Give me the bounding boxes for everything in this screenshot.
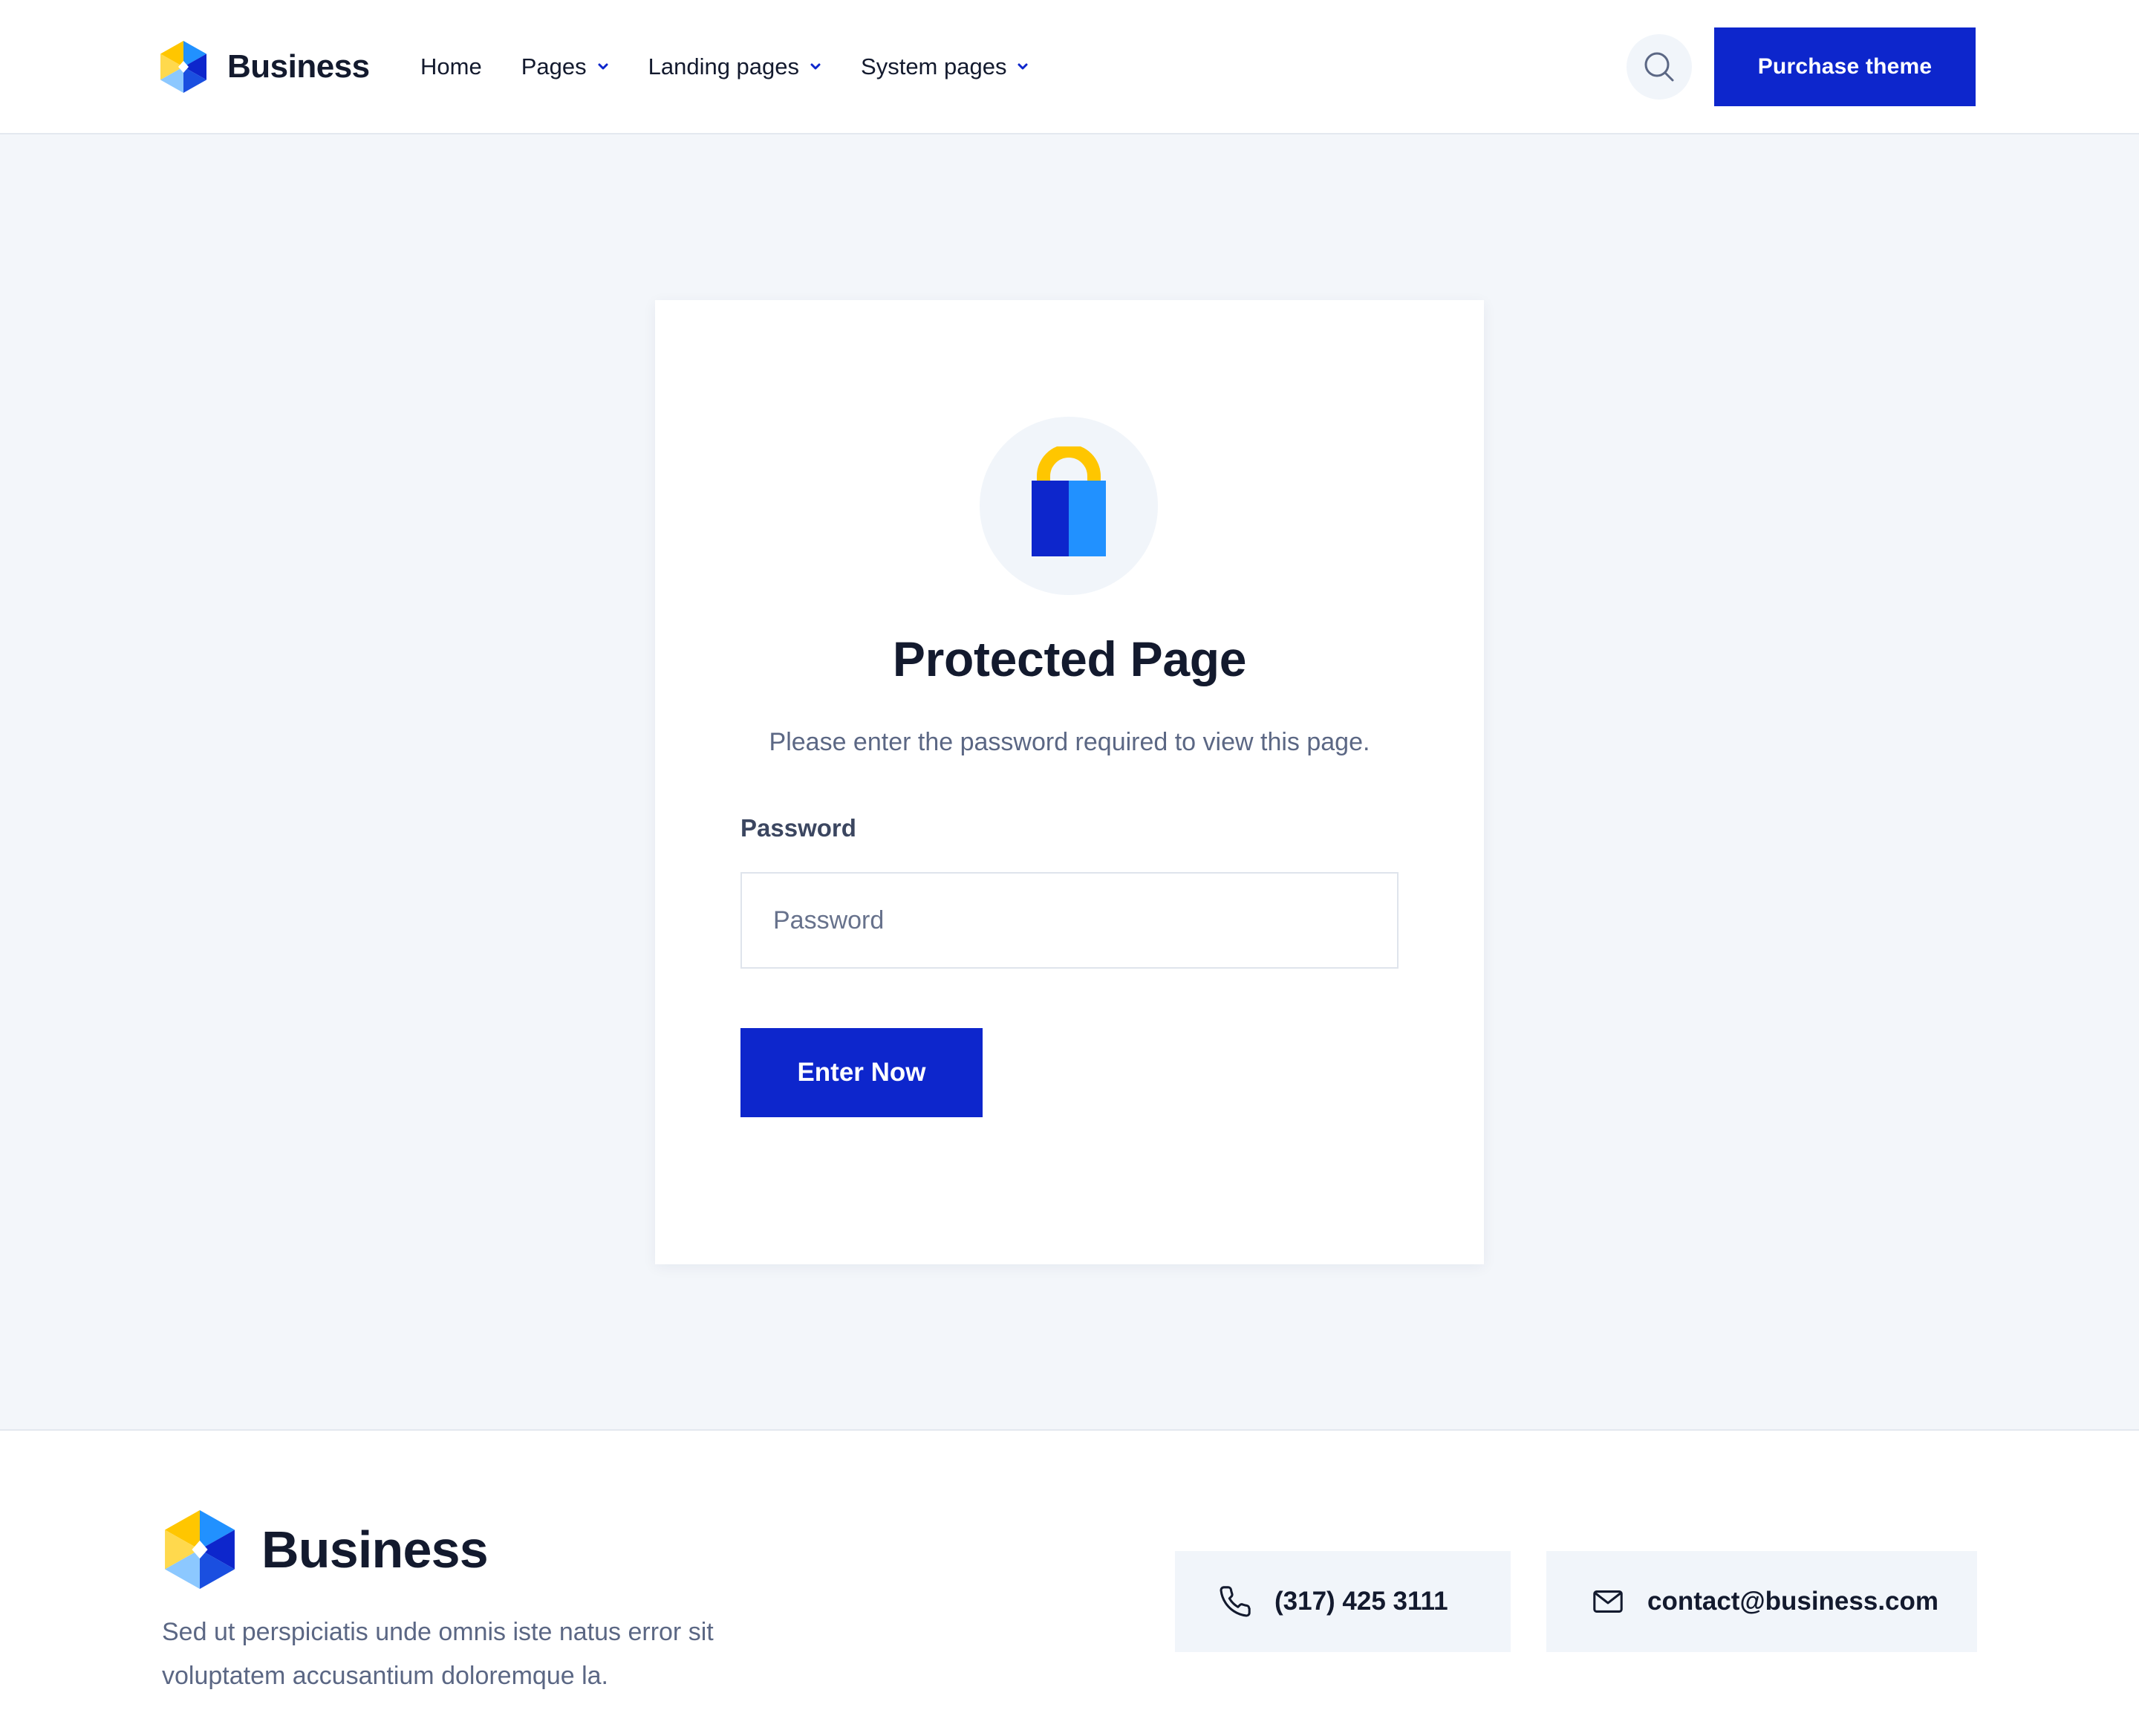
nav-item-label: Pages <box>521 53 587 79</box>
enter-now-button[interactable]: Enter Now <box>740 1028 983 1117</box>
phone-contact-link[interactable]: (317) 425 3111 <box>1175 1551 1511 1652</box>
mail-icon <box>1593 1590 1623 1613</box>
site-header: Business Home Pages Landing pages System… <box>0 0 2139 134</box>
business-logo-icon <box>160 41 206 93</box>
password-input[interactable] <box>740 872 1399 969</box>
page-title: Protected Page <box>892 631 1247 686</box>
lock-icon <box>1032 446 1106 556</box>
nav-item-pages[interactable]: Pages <box>521 53 609 80</box>
search-button[interactable] <box>1627 34 1692 100</box>
main-nav: Home Pages Landing pages System pages <box>420 51 1068 83</box>
password-label: Password <box>740 814 856 842</box>
protected-page-card: Protected Page Please enter the password… <box>655 300 1484 1264</box>
footer-logo-link[interactable]: Business <box>165 1510 489 1589</box>
page-subtitle: Please enter the password required to vi… <box>769 728 1370 756</box>
chevron-down-icon <box>598 63 608 70</box>
search-icon <box>1644 52 1674 82</box>
nav-item-home[interactable]: Home <box>420 53 482 80</box>
footer-description: Sed ut perspiciatis unde omnis iste natu… <box>162 1618 714 1690</box>
footer-brand-name: Business <box>261 1521 489 1579</box>
header-brand-name: Business <box>227 48 370 85</box>
header-logo-link[interactable]: Business <box>160 41 370 93</box>
main-content: Protected Page Please enter the password… <box>0 134 2139 1431</box>
phone-icon <box>1220 1586 1251 1617</box>
email-contact-link[interactable]: contact@business.com <box>1546 1551 1977 1652</box>
nav-item-label: Home <box>420 53 482 79</box>
phone-number: (317) 425 3111 <box>1274 1587 1448 1616</box>
nav-item-system-pages[interactable]: System pages <box>861 53 1029 80</box>
purchase-theme-button[interactable]: Purchase theme <box>1714 27 1976 106</box>
business-logo-icon <box>165 1510 235 1589</box>
lock-icon-badge <box>980 417 1158 595</box>
nav-item-label: System pages <box>861 53 1007 79</box>
nav-item-landing-pages[interactable]: Landing pages <box>648 53 821 80</box>
nav-item-label: Landing pages <box>648 53 800 79</box>
chevron-down-icon <box>1018 63 1028 70</box>
site-footer: Business Sed ut perspiciatis unde omnis … <box>0 1432 2139 1736</box>
email-address: contact@business.com <box>1647 1587 1939 1616</box>
chevron-down-icon <box>810 63 821 70</box>
